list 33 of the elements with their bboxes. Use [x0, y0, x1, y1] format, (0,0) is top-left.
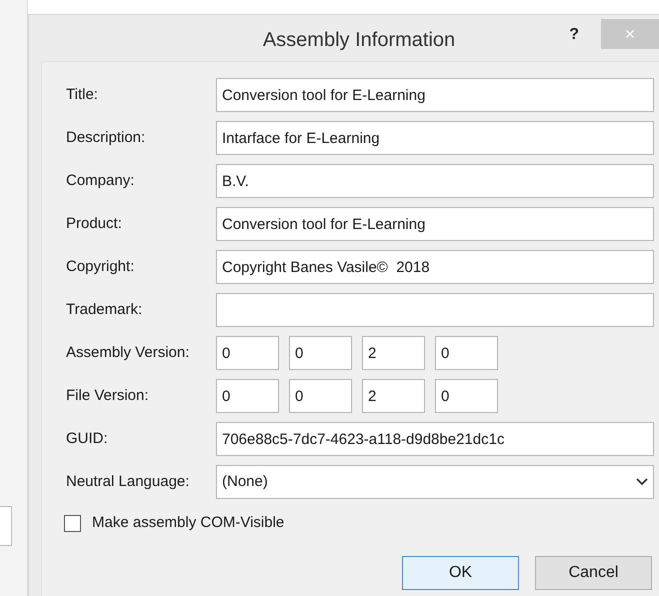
text-field[interactable]: Copyright Banes Vasile© 2018: [216, 250, 654, 284]
dialog-button[interactable]: Cancel: [535, 556, 652, 590]
text-field[interactable]: [216, 293, 654, 327]
version-field[interactable]: 0: [216, 336, 279, 370]
help-button[interactable]: ?: [569, 23, 579, 47]
version-field[interactable]: 0: [289, 336, 352, 370]
version-field[interactable]: 0: [289, 379, 352, 413]
version-field[interactable]: 2: [362, 379, 425, 413]
field-label: Product:: [65, 214, 123, 234]
field-label: Neutral Language:: [65, 472, 190, 492]
field-label: Copyright:: [65, 256, 136, 277]
field-label: Assembly Version:: [65, 342, 190, 363]
chevron-down-icon: [636, 478, 648, 486]
field-label: Company:: [65, 170, 136, 191]
text-field[interactable]: Conversion tool for E-Learning: [216, 207, 654, 241]
version-field[interactable]: 0: [435, 379, 498, 413]
version-field[interactable]: 0: [216, 379, 279, 413]
version-field[interactable]: 0: [435, 336, 498, 370]
version-field[interactable]: 2: [362, 336, 425, 370]
field-label: Trademark:: [65, 300, 144, 320]
field-label: Description:: [65, 128, 146, 148]
text-field[interactable]: Intarface for E-Learning: [216, 121, 654, 155]
window-title: Assembly Information: [262, 28, 456, 53]
language-dropdown[interactable]: (None): [216, 465, 654, 499]
checkbox[interactable]: [64, 514, 81, 532]
field-label: File Version:: [65, 386, 150, 406]
field-label: Title:: [65, 84, 99, 105]
text-field[interactable]: B.V.: [216, 164, 654, 198]
text-field[interactable]: 706e88c5-7dc7-4623-a118-d9d8be21dc1c: [216, 422, 654, 456]
field-label: GUID:: [65, 428, 109, 449]
checkbox-label: Make assembly COM-Visible: [92, 513, 284, 533]
text-field[interactable]: Conversion tool for E-Learning: [216, 78, 654, 112]
dialog-button[interactable]: OK: [402, 556, 519, 590]
